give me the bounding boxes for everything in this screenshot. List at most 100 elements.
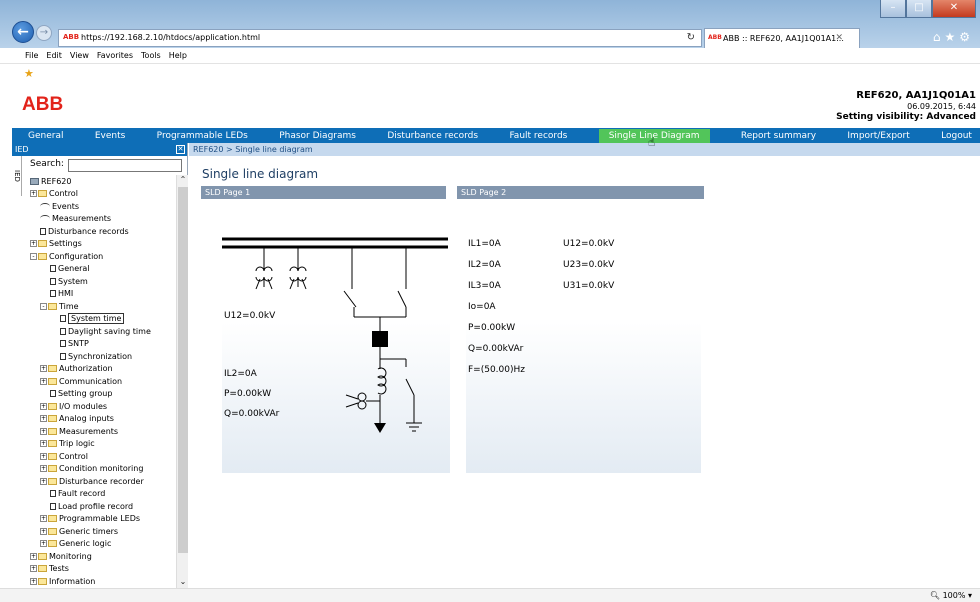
tree-item[interactable]: System time — [30, 313, 176, 326]
expand-icon[interactable]: + — [30, 552, 37, 560]
single-line-diagram-drawing[interactable] — [222, 199, 450, 473]
settings-gear-icon[interactable]: ⚙ — [959, 30, 974, 44]
expand-icon[interactable]: + — [30, 565, 37, 573]
tree-item[interactable]: Measurements — [30, 213, 176, 226]
tree-item[interactable]: + Disturbance recorder — [30, 475, 176, 488]
forward-icon[interactable]: → — [36, 25, 52, 41]
expand-icon[interactable]: + — [30, 190, 37, 198]
browser-tab[interactable]: ABB ABB :: REF620, AA1J1Q01A1... ✕ — [704, 28, 860, 48]
zoom-level[interactable]: 🔍︎ 100% ▾ — [930, 591, 972, 600]
minimize-icon[interactable]: – — [880, 0, 906, 18]
tree-item[interactable]: + Settings — [30, 238, 176, 251]
browser-menu-favorites[interactable]: Favorites — [97, 51, 133, 60]
collapse-icon[interactable]: - — [30, 252, 37, 260]
tree-item[interactable]: + Condition monitoring — [30, 463, 176, 476]
tree-item[interactable]: Events — [30, 200, 176, 213]
favorites-star-icon[interactable]: ★ — [944, 30, 959, 44]
nav-events[interactable]: Events — [95, 131, 125, 141]
expand-icon[interactable]: + — [40, 415, 47, 423]
tree-scrollbar[interactable]: ⌃ ⌄ — [176, 175, 188, 588]
scroll-thumb[interactable] — [178, 187, 188, 553]
nav-general[interactable]: General — [28, 131, 63, 141]
tree-item[interactable]: Disturbance records — [30, 225, 176, 238]
tree-item[interactable]: + Authorization — [30, 363, 176, 376]
nav-import-export[interactable]: Import/Export — [847, 131, 909, 141]
nav-logout[interactable]: Logout — [941, 131, 972, 141]
tree-item[interactable]: Load profile record — [30, 500, 176, 513]
add-favorite-icon[interactable]: ★ — [24, 67, 34, 80]
window-close-icon[interactable]: ✕ — [932, 0, 976, 18]
tree-item-label: Load profile record — [58, 501, 134, 511]
expand-icon[interactable]: + — [40, 452, 47, 460]
refresh-icon[interactable]: ↻ — [687, 32, 695, 43]
tree-item[interactable]: Setting group — [30, 388, 176, 401]
scroll-down-icon[interactable]: ⌄ — [177, 577, 189, 588]
nav-disturbance-records[interactable]: Disturbance records — [387, 131, 478, 141]
sld-page-2-body[interactable]: IL1=0A U12=0.0kV IL2=0A U23=0.0kV IL3=0A U31=… — [466, 199, 701, 473]
nav-fault-records[interactable]: Fault records — [509, 131, 567, 141]
address-url[interactable]: https://192.168.2.10/htdocs/application.… — [81, 33, 260, 42]
expand-icon[interactable]: + — [40, 515, 47, 523]
browser-menu-file[interactable]: File — [25, 51, 38, 60]
nav-report-summary[interactable]: Report summary — [741, 131, 816, 141]
browser-menu-edit[interactable]: Edit — [46, 51, 62, 60]
expand-icon[interactable]: + — [40, 377, 47, 385]
expand-icon[interactable]: + — [40, 402, 47, 410]
expand-icon[interactable]: + — [40, 427, 47, 435]
tree-item[interactable]: + Generic timers — [30, 525, 176, 538]
tree-item[interactable]: System — [30, 275, 176, 288]
tree-item-label: Generic timers — [59, 526, 119, 536]
home-icon[interactable]: ⌂ — [933, 30, 945, 44]
tree-item[interactable]: + Generic logic — [30, 538, 176, 551]
tree-item[interactable]: - Time — [30, 300, 176, 313]
scroll-up-icon[interactable]: ⌃ — [177, 175, 189, 186]
search-input[interactable] — [68, 159, 182, 172]
collapse-icon[interactable]: - — [40, 302, 47, 310]
expand-icon[interactable]: + — [40, 527, 47, 535]
tree-item[interactable]: + Tests — [30, 563, 176, 576]
tree-item[interactable]: + Monitoring — [30, 550, 176, 563]
tree-item[interactable]: Fault record — [30, 488, 176, 501]
expand-icon[interactable]: + — [40, 477, 47, 485]
tree-item[interactable]: + Programmable LEDs — [30, 513, 176, 526]
sld-page-1: SLD Page 1 U12=0.0kV IL2=0A P=0.00kW Q=0… — [201, 186, 450, 473]
tree-item[interactable]: + Control — [30, 188, 176, 201]
browser-menu-view[interactable]: View — [70, 51, 89, 60]
close-panel-icon[interactable]: ✕ — [176, 145, 185, 154]
tree-item[interactable]: + I/O modules — [30, 400, 176, 413]
side-tab-ied[interactable]: IED — [12, 156, 22, 196]
back-icon[interactable]: ← — [12, 21, 34, 43]
expand-icon[interactable]: + — [40, 365, 47, 373]
browser-menubar: File Edit View Favorites Tools Help — [0, 48, 980, 64]
tree-item[interactable]: HMI — [30, 288, 176, 301]
nav-programmable-leds[interactable]: Programmable LEDs — [157, 131, 248, 141]
folder-icon — [48, 365, 57, 373]
tree-item[interactable]: SNTP — [30, 338, 176, 351]
browser-titlebar: ← → ABB https://192.168.2.10/htdocs/appl… — [0, 0, 980, 48]
tab-close-icon[interactable]: ✕ — [835, 33, 843, 43]
tree-item[interactable]: + Analog inputs — [30, 413, 176, 426]
browser-menu-help[interactable]: Help — [169, 51, 187, 60]
tree-item[interactable]: + Measurements — [30, 425, 176, 438]
expand-icon[interactable]: + — [30, 577, 37, 585]
tree-item[interactable]: Daylight saving time — [30, 325, 176, 338]
tree-item[interactable]: + Information — [30, 575, 176, 588]
expand-icon[interactable]: + — [40, 465, 47, 473]
expand-icon[interactable]: + — [30, 240, 37, 248]
expand-icon[interactable]: + — [40, 440, 47, 448]
tree-item[interactable]: + Trip logic — [30, 438, 176, 451]
nav-phasor-diagrams[interactable]: Phasor Diagrams — [279, 131, 356, 141]
tree-item[interactable]: + Control — [30, 450, 176, 463]
tab-favicon-icon: ABB — [708, 34, 722, 41]
tree-item[interactable]: + Communication — [30, 375, 176, 388]
browser-menu-tools[interactable]: Tools — [141, 51, 161, 60]
sld-page-1-body[interactable]: U12=0.0kV IL2=0A P=0.00kW Q=0.00kVAr — [222, 199, 450, 473]
maximize-icon[interactable]: □ — [906, 0, 932, 18]
device-datetime: 06.09.2015, 6:44 — [907, 102, 976, 111]
tree-item[interactable]: REF620 — [30, 175, 176, 188]
tree-item[interactable]: General — [30, 263, 176, 276]
address-bar[interactable]: ABB https://192.168.2.10/htdocs/applicat… — [58, 29, 702, 47]
tree-item[interactable]: - Configuration — [30, 250, 176, 263]
expand-icon[interactable]: + — [40, 540, 47, 548]
tree-item[interactable]: Synchronization — [30, 350, 176, 363]
